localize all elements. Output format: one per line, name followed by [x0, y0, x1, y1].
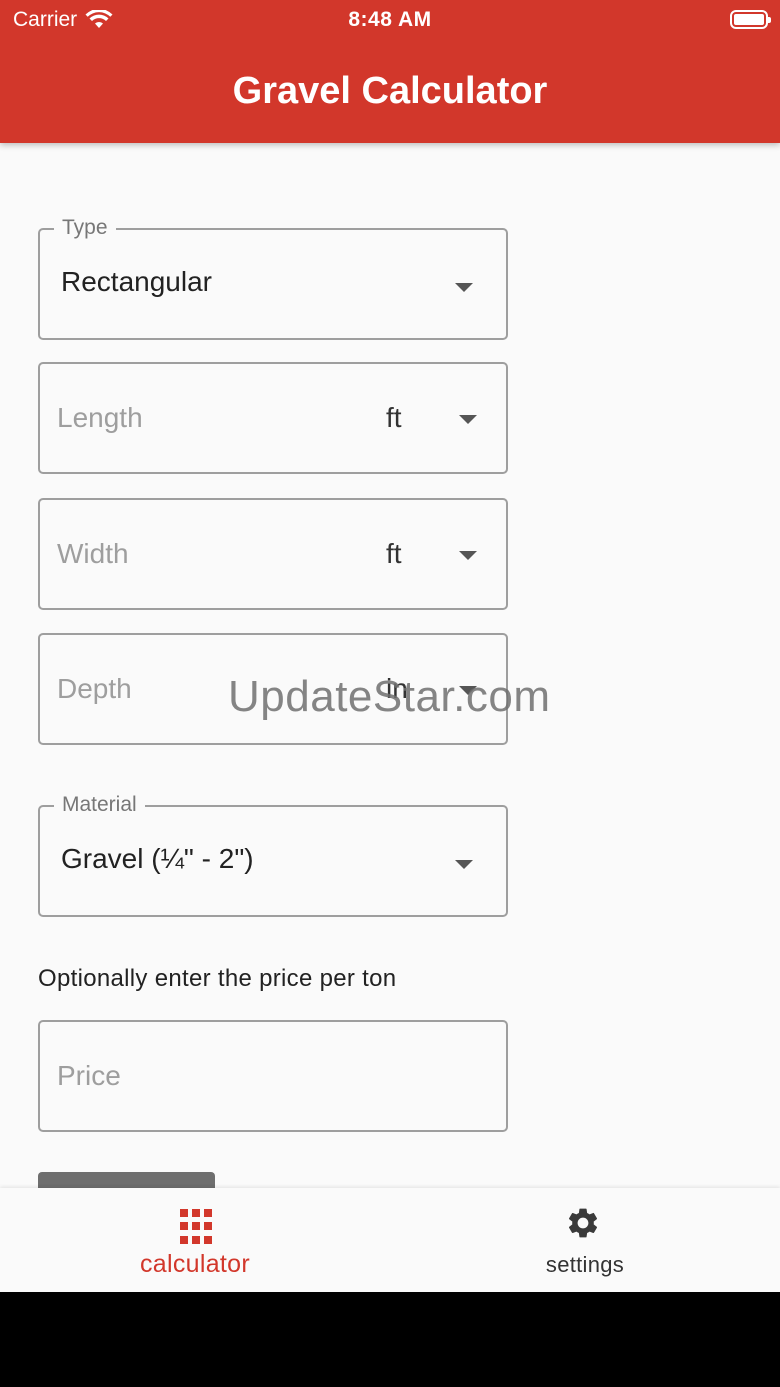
battery-icon [730, 10, 771, 29]
price-placeholder: Price [57, 1060, 121, 1091]
material-label: Material [54, 793, 145, 817]
chevron-down-icon [459, 686, 477, 695]
width-unit: ft [386, 538, 402, 569]
price-field[interactable]: Price [38, 1020, 508, 1132]
chevron-down-icon [455, 860, 473, 869]
grid-icon [178, 1207, 218, 1247]
status-time: 8:48 AM [348, 8, 432, 31]
status-bar: Carrier 8:48 AM [0, 0, 780, 40]
gear-icon [568, 1208, 598, 1238]
app-bar: Carrier 8:48 AM Gravel Calculator [0, 0, 780, 143]
app-screen: Carrier 8:48 AM Gravel Calculator Type R… [0, 0, 780, 1292]
chevron-down-icon [459, 415, 477, 424]
bottom-navigation: calculator settings [0, 1188, 780, 1292]
material-value: Gravel (¼" - 2") [61, 843, 254, 874]
chevron-down-icon [459, 551, 477, 560]
nav-label-calculator: calculator [140, 1250, 250, 1278]
nav-item-calculator[interactable]: calculator [0, 1188, 390, 1292]
type-value: Rectangular [61, 266, 212, 297]
depth-unit: in [386, 673, 408, 704]
price-caption: Optionally enter the price per ton [38, 965, 397, 992]
length-field[interactable]: Length ft [38, 362, 508, 474]
depth-field[interactable]: Depth in [38, 633, 508, 745]
type-dropdown[interactable]: Type Rectangular [38, 216, 508, 340]
chevron-down-icon [455, 283, 473, 292]
width-field[interactable]: Width ft [38, 498, 508, 610]
page-title: Gravel Calculator [232, 70, 548, 112]
length-placeholder: Length [57, 402, 143, 433]
width-placeholder: Width [57, 538, 129, 569]
nav-label-settings: settings [545, 1252, 625, 1277]
nav-item-settings[interactable]: settings [390, 1188, 780, 1292]
material-dropdown[interactable]: Material Gravel (¼" - 2") [38, 793, 508, 917]
type-label: Type [54, 216, 116, 240]
device-bottom-area [0, 1292, 780, 1387]
depth-placeholder: Depth [57, 673, 132, 704]
length-unit: ft [386, 402, 402, 433]
